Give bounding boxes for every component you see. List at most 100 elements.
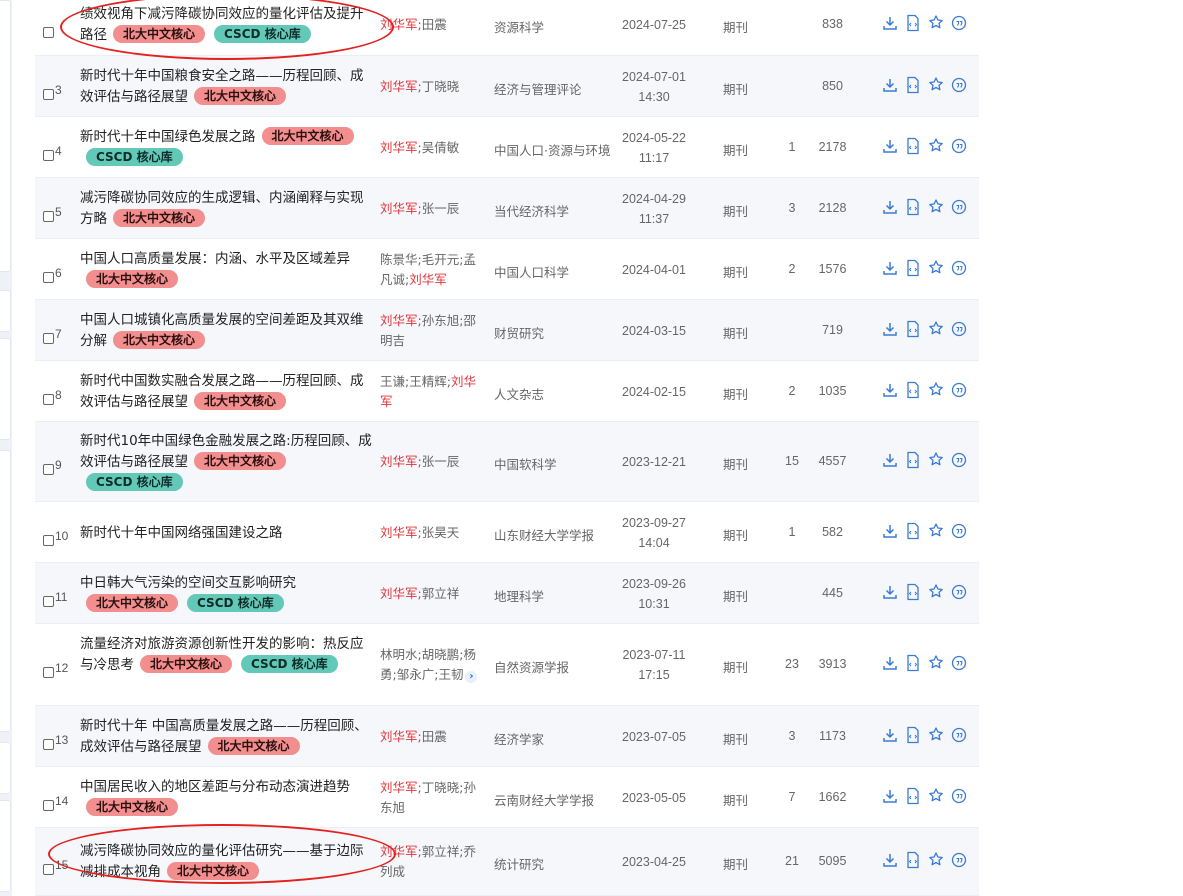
journal-link[interactable]: 中国人口·资源与环境: [494, 140, 610, 159]
author-link[interactable]: 毛开元: [422, 252, 460, 267]
author-link[interactable]: 王谦: [380, 374, 405, 389]
journal-link[interactable]: 中国人口科学: [494, 262, 609, 281]
html-read-icon[interactable]: [905, 583, 921, 601]
expand-authors-icon[interactable]: ›: [465, 671, 478, 683]
citation-count[interactable]: 1: [777, 140, 807, 154]
author-link[interactable]: 刘华军: [380, 454, 418, 469]
favorite-star-icon[interactable]: [928, 851, 944, 869]
author-link[interactable]: 田震: [422, 17, 447, 32]
author-link[interactable]: 林明水: [380, 647, 418, 662]
citation-count[interactable]: 3: [777, 729, 807, 743]
row-checkbox[interactable]: [43, 333, 54, 344]
author-link[interactable]: 张一辰: [422, 454, 460, 469]
journal-link[interactable]: 中国软科学: [494, 454, 609, 473]
quote-icon[interactable]: [951, 851, 967, 869]
favorite-star-icon[interactable]: [928, 787, 944, 805]
citation-count[interactable]: 2: [777, 384, 807, 398]
html-read-icon[interactable]: [905, 787, 921, 805]
favorite-star-icon[interactable]: [928, 14, 944, 32]
row-checkbox[interactable]: [43, 535, 54, 546]
favorite-star-icon[interactable]: [928, 654, 944, 672]
quote-icon[interactable]: [951, 583, 967, 601]
favorite-star-icon[interactable]: [928, 259, 944, 277]
journal-link[interactable]: 资源科学: [494, 17, 609, 36]
author-link[interactable]: 刘华军: [380, 586, 418, 601]
author-link[interactable]: 刘华军: [380, 780, 418, 795]
journal-link[interactable]: 财贸研究: [494, 323, 609, 342]
row-checkbox[interactable]: [43, 864, 54, 875]
author-link[interactable]: 王韧: [438, 667, 463, 682]
html-read-icon[interactable]: [905, 851, 921, 869]
html-read-icon[interactable]: [905, 654, 921, 672]
author-link[interactable]: 孙东旭: [422, 313, 460, 328]
download-icon[interactable]: [882, 451, 898, 469]
favorite-star-icon[interactable]: [928, 381, 944, 399]
author-link[interactable]: 吴倩敏: [422, 140, 460, 155]
author-link[interactable]: 刘华军: [380, 525, 418, 540]
row-checkbox[interactable]: [43, 464, 54, 475]
quote-icon[interactable]: [951, 522, 967, 540]
journal-link[interactable]: 自然资源学报: [494, 657, 609, 676]
author-link[interactable]: 刘华军: [380, 844, 418, 859]
citation-count[interactable]: 1: [777, 525, 807, 539]
journal-link[interactable]: 经济与管理评论: [494, 79, 609, 98]
author-link[interactable]: 刘华军: [380, 729, 418, 744]
journal-link[interactable]: 人文杂志: [494, 384, 609, 403]
quote-icon[interactable]: [951, 654, 967, 672]
author-link[interactable]: 丁晓晓: [422, 79, 460, 94]
author-link[interactable]: 邹永广: [397, 667, 435, 682]
favorite-star-icon[interactable]: [928, 198, 944, 216]
download-icon[interactable]: [882, 320, 898, 338]
author-link[interactable]: 胡晓鹏: [422, 647, 460, 662]
journal-link[interactable]: 云南财经大学学报: [494, 790, 609, 809]
article-title-link[interactable]: 新时代十年中国网络强国建设之路: [80, 525, 283, 541]
favorite-star-icon[interactable]: [928, 137, 944, 155]
row-checkbox[interactable]: [43, 739, 54, 750]
journal-link[interactable]: 统计研究: [494, 854, 609, 873]
download-icon[interactable]: [882, 198, 898, 216]
html-read-icon[interactable]: [905, 451, 921, 469]
html-read-icon[interactable]: [905, 259, 921, 277]
author-link[interactable]: 刘华军: [380, 313, 418, 328]
download-icon[interactable]: [882, 381, 898, 399]
author-link[interactable]: 刘华军: [380, 140, 418, 155]
quote-icon[interactable]: [951, 14, 967, 32]
favorite-star-icon[interactable]: [928, 726, 944, 744]
download-icon[interactable]: [882, 137, 898, 155]
download-icon[interactable]: [882, 522, 898, 540]
favorite-star-icon[interactable]: [928, 76, 944, 94]
html-read-icon[interactable]: [905, 522, 921, 540]
download-icon[interactable]: [882, 851, 898, 869]
favorite-star-icon[interactable]: [928, 451, 944, 469]
article-title-link[interactable]: 中日韩大气污染的空间交互影响研究: [80, 575, 296, 591]
citation-count[interactable]: 21: [777, 854, 807, 868]
favorite-star-icon[interactable]: [928, 583, 944, 601]
author-link[interactable]: 陈景华: [380, 252, 418, 267]
html-read-icon[interactable]: [905, 198, 921, 216]
quote-icon[interactable]: [951, 137, 967, 155]
author-link[interactable]: 刘华军: [380, 17, 418, 32]
download-icon[interactable]: [882, 259, 898, 277]
author-link[interactable]: 田震: [422, 729, 447, 744]
citation-count[interactable]: 7: [777, 790, 807, 804]
article-title-link[interactable]: 中国居民收入的地区差距与分布动态演进趋势: [80, 779, 350, 795]
author-link[interactable]: 张一辰: [422, 201, 460, 216]
author-link[interactable]: 刘华军: [380, 79, 418, 94]
author-link[interactable]: 刘华军: [409, 272, 447, 287]
row-checkbox[interactable]: [43, 272, 54, 283]
citation-count[interactable]: 3: [777, 201, 807, 215]
download-icon[interactable]: [882, 726, 898, 744]
row-checkbox[interactable]: [43, 150, 54, 161]
author-link[interactable]: 刘华军: [380, 201, 418, 216]
row-checkbox[interactable]: [43, 394, 54, 405]
quote-icon[interactable]: [951, 320, 967, 338]
author-link[interactable]: 丁晓晓: [422, 780, 460, 795]
download-icon[interactable]: [882, 787, 898, 805]
download-icon[interactable]: [882, 654, 898, 672]
row-checkbox[interactable]: [43, 800, 54, 811]
download-icon[interactable]: [882, 583, 898, 601]
row-checkbox[interactable]: [43, 667, 54, 678]
html-read-icon[interactable]: [905, 381, 921, 399]
citation-count[interactable]: 23: [777, 657, 807, 671]
html-read-icon[interactable]: [905, 137, 921, 155]
